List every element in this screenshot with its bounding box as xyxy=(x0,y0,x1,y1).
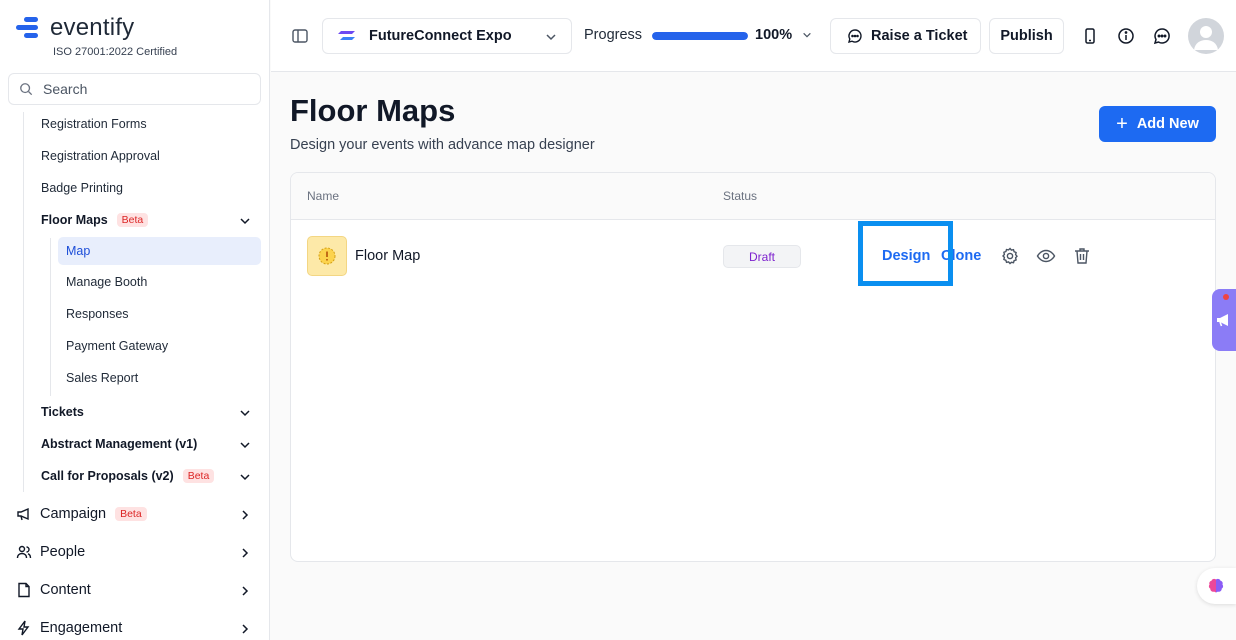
warning-icon xyxy=(318,247,336,265)
brand-logo[interactable]: eventify xyxy=(16,14,134,42)
chevron-down-icon xyxy=(546,34,556,41)
megaphone-icon xyxy=(1217,314,1228,327)
beta-badge: Beta xyxy=(182,469,215,483)
chevron-right-icon[interactable] xyxy=(239,547,251,559)
sidebar-item-label: Abstract Management (v1) xyxy=(41,437,198,451)
floor-map-thumbnail[interactable] xyxy=(307,236,347,276)
sidebar-item-label: Registration Forms xyxy=(41,117,147,131)
add-new-button[interactable]: + Add New xyxy=(1099,106,1216,142)
sidebar-item-abstract-management[interactable]: Abstract Management (v1) xyxy=(41,437,197,451)
sidebar-item-badge-printing[interactable]: Badge Printing xyxy=(41,181,123,195)
status-badge: Draft xyxy=(723,245,801,268)
subtree-guide-line xyxy=(50,238,51,396)
document-icon xyxy=(18,582,30,598)
section-label: Campaign xyxy=(40,506,107,522)
sidebar-section-engagement[interactable]: Engagement xyxy=(16,620,122,636)
sidebar-item-payment-gateway[interactable]: Payment Gateway xyxy=(66,339,168,353)
sidebar: eventify ISO 27001:2022 Certified Regist… xyxy=(0,0,270,640)
sidebar-item-call-for-proposals[interactable]: Call for Proposals (v2) Beta xyxy=(41,469,215,483)
page-subtitle: Design your events with advance map desi… xyxy=(290,137,595,153)
sidebar-item-label: Sales Report xyxy=(66,371,139,385)
chevron-right-icon[interactable] xyxy=(239,585,251,597)
brand-name: eventify xyxy=(50,14,135,41)
chevron-down-icon[interactable] xyxy=(239,407,251,419)
sidebar-item-label: Tickets xyxy=(41,405,84,419)
sidebar-toggle-icon[interactable] xyxy=(291,27,309,45)
top-header: FutureConnect Expo Progress 100% Raise a… xyxy=(271,0,1236,72)
search-input[interactable] xyxy=(43,81,243,97)
section-label: Engagement xyxy=(40,620,123,636)
sidebar-section-people[interactable]: People xyxy=(16,544,85,560)
ai-assistant-button[interactable] xyxy=(1197,568,1236,604)
bolt-icon xyxy=(17,620,30,636)
chevron-down-icon[interactable] xyxy=(239,471,251,483)
sidebar-item-manage-booth[interactable]: Manage Booth xyxy=(66,275,147,289)
floor-map-name[interactable]: Floor Map xyxy=(355,248,420,264)
user-silhouette-icon xyxy=(1194,26,1218,50)
floor-maps-table: Name Status Floor Map Draft Design Clone xyxy=(290,172,1216,562)
sidebar-section-campaign[interactable]: Campaign Beta xyxy=(16,506,147,522)
trash-icon[interactable] xyxy=(1072,246,1092,266)
chevron-down-icon[interactable] xyxy=(239,215,251,227)
sidebar-section-content[interactable]: Content xyxy=(16,582,91,598)
tree-guide-line xyxy=(23,112,24,492)
column-header-status: Status xyxy=(723,189,758,203)
sidebar-item-label: Floor Maps xyxy=(41,213,108,227)
event-name: FutureConnect Expo xyxy=(369,28,512,44)
user-avatar[interactable] xyxy=(1188,18,1224,54)
raise-ticket-label: Raise a Ticket xyxy=(871,28,968,44)
beta-badge: Beta xyxy=(116,213,149,227)
sidebar-item-registration-approval[interactable]: Registration Approval xyxy=(41,149,160,163)
certification-label: ISO 27001:2022 Certified xyxy=(53,46,178,58)
search-icon xyxy=(20,83,33,96)
eye-icon[interactable] xyxy=(1036,246,1056,266)
chevron-right-icon[interactable] xyxy=(239,623,251,635)
search-box[interactable] xyxy=(8,73,261,105)
notification-dot xyxy=(1223,294,1229,300)
raise-ticket-button[interactable]: Raise a Ticket xyxy=(830,18,981,54)
event-logo-icon xyxy=(338,31,355,40)
settings-gear-icon[interactable] xyxy=(1000,246,1020,266)
sidebar-item-map[interactable]: Map xyxy=(66,244,90,258)
progress-bar-fill xyxy=(652,32,748,40)
sidebar-item-label: Badge Printing xyxy=(41,181,124,195)
table-header: Name Status xyxy=(291,173,1215,220)
progress-percent: 100% xyxy=(755,27,793,43)
sidebar-item-sales-report[interactable]: Sales Report xyxy=(66,371,138,385)
section-label: Content xyxy=(40,582,91,598)
add-new-label: Add New xyxy=(1136,116,1199,132)
people-icon xyxy=(16,545,32,559)
progress-chevron-down-icon[interactable] xyxy=(802,30,812,40)
event-selector[interactable]: FutureConnect Expo xyxy=(322,18,572,54)
beta-badge: Beta xyxy=(115,507,147,521)
sidebar-item-registration-forms[interactable]: Registration Forms xyxy=(41,117,147,131)
eventify-logo-icon xyxy=(16,15,42,41)
sidebar-item-label: Payment Gateway xyxy=(66,339,169,353)
sidebar-item-floor-maps[interactable]: Floor Maps Beta xyxy=(41,213,149,227)
sidebar-item-responses[interactable]: Responses xyxy=(66,307,129,321)
page-title: Floor Maps xyxy=(290,93,456,128)
chat-icon[interactable] xyxy=(1153,27,1171,45)
publish-label: Publish xyxy=(1000,28,1053,44)
publish-button[interactable]: Publish xyxy=(989,18,1064,54)
section-label: People xyxy=(40,544,86,560)
chat-bubble-icon xyxy=(848,29,862,43)
sidebar-item-label: Registration Approval xyxy=(41,149,160,163)
sidebar-item-tickets[interactable]: Tickets xyxy=(41,405,84,419)
info-icon[interactable] xyxy=(1117,27,1135,45)
sidebar-item-label: Responses xyxy=(66,307,129,321)
sidebar-item-label: Manage Booth xyxy=(66,275,148,289)
brain-icon xyxy=(1208,578,1224,593)
progress-bar xyxy=(652,32,748,40)
megaphone-icon xyxy=(17,507,29,521)
chevron-down-icon[interactable] xyxy=(239,439,251,451)
chevron-right-icon[interactable] xyxy=(239,509,251,521)
sidebar-item-label: Map xyxy=(66,244,91,258)
progress-label: Progress xyxy=(584,27,643,43)
plus-icon: + xyxy=(1116,113,1128,135)
mobile-preview-icon[interactable] xyxy=(1081,27,1099,45)
column-header-name: Name xyxy=(307,189,340,203)
design-highlight-box xyxy=(858,221,953,286)
sidebar-item-label: Call for Proposals (v2) xyxy=(41,469,174,483)
